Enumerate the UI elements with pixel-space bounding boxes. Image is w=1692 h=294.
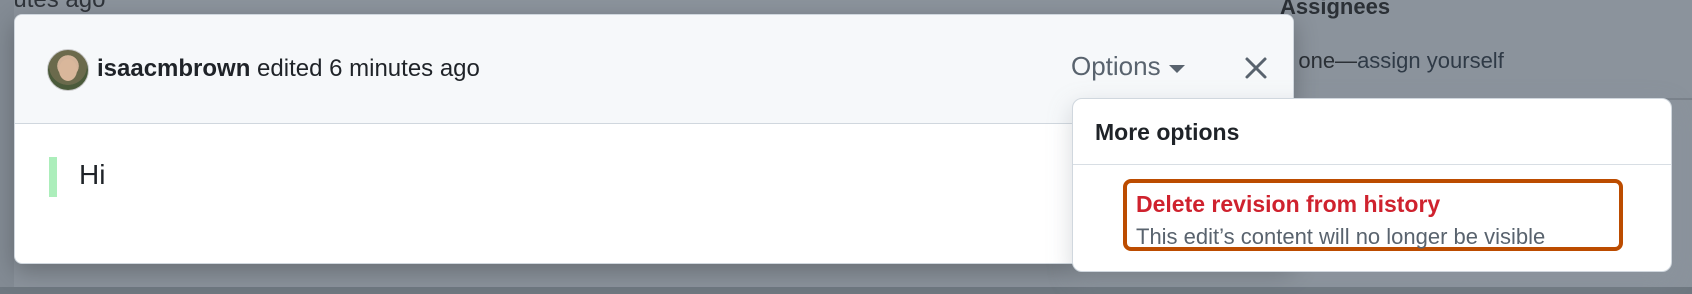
- x-icon: [1245, 57, 1267, 79]
- avatar-face: [59, 59, 77, 81]
- assignees-value: o one—assign yourself: [1280, 48, 1504, 74]
- username-link[interactable]: isaacmbrown: [97, 55, 250, 82]
- triangle-down-icon: [1168, 64, 1185, 73]
- delete-revision-description: This edit’s content will no longer be vi…: [1136, 224, 1546, 249]
- added-line-marker: [49, 157, 57, 197]
- background-left-edge: [0, 0, 14, 294]
- options-menu-divider: [1073, 164, 1671, 165]
- options-button[interactable]: Options: [1071, 51, 1185, 82]
- options-menu-title: More options: [1095, 119, 1240, 145]
- background-bottom-strip: [0, 287, 1692, 294]
- delete-revision-menu-item[interactable]: Delete revision from history This edit’s…: [1123, 179, 1623, 251]
- edit-timestamp: edited 6 minutes ago: [250, 55, 480, 82]
- edit-summary: isaacmbrown edited 6 minutes ago: [97, 55, 480, 83]
- delete-revision-label: Delete revision from history: [1136, 191, 1441, 217]
- options-label: Options: [1071, 51, 1161, 81]
- revision-content: Hi: [79, 159, 106, 190]
- assignees-heading: Assignees: [1280, 0, 1391, 19]
- options-menu: More options Delete revision from histor…: [1072, 98, 1672, 272]
- assign-yourself-link: assign yourself: [1357, 48, 1504, 73]
- background-timestamp: nutes ago: [0, 0, 105, 14]
- close-button[interactable]: [1237, 49, 1277, 89]
- user-avatar: [47, 49, 89, 91]
